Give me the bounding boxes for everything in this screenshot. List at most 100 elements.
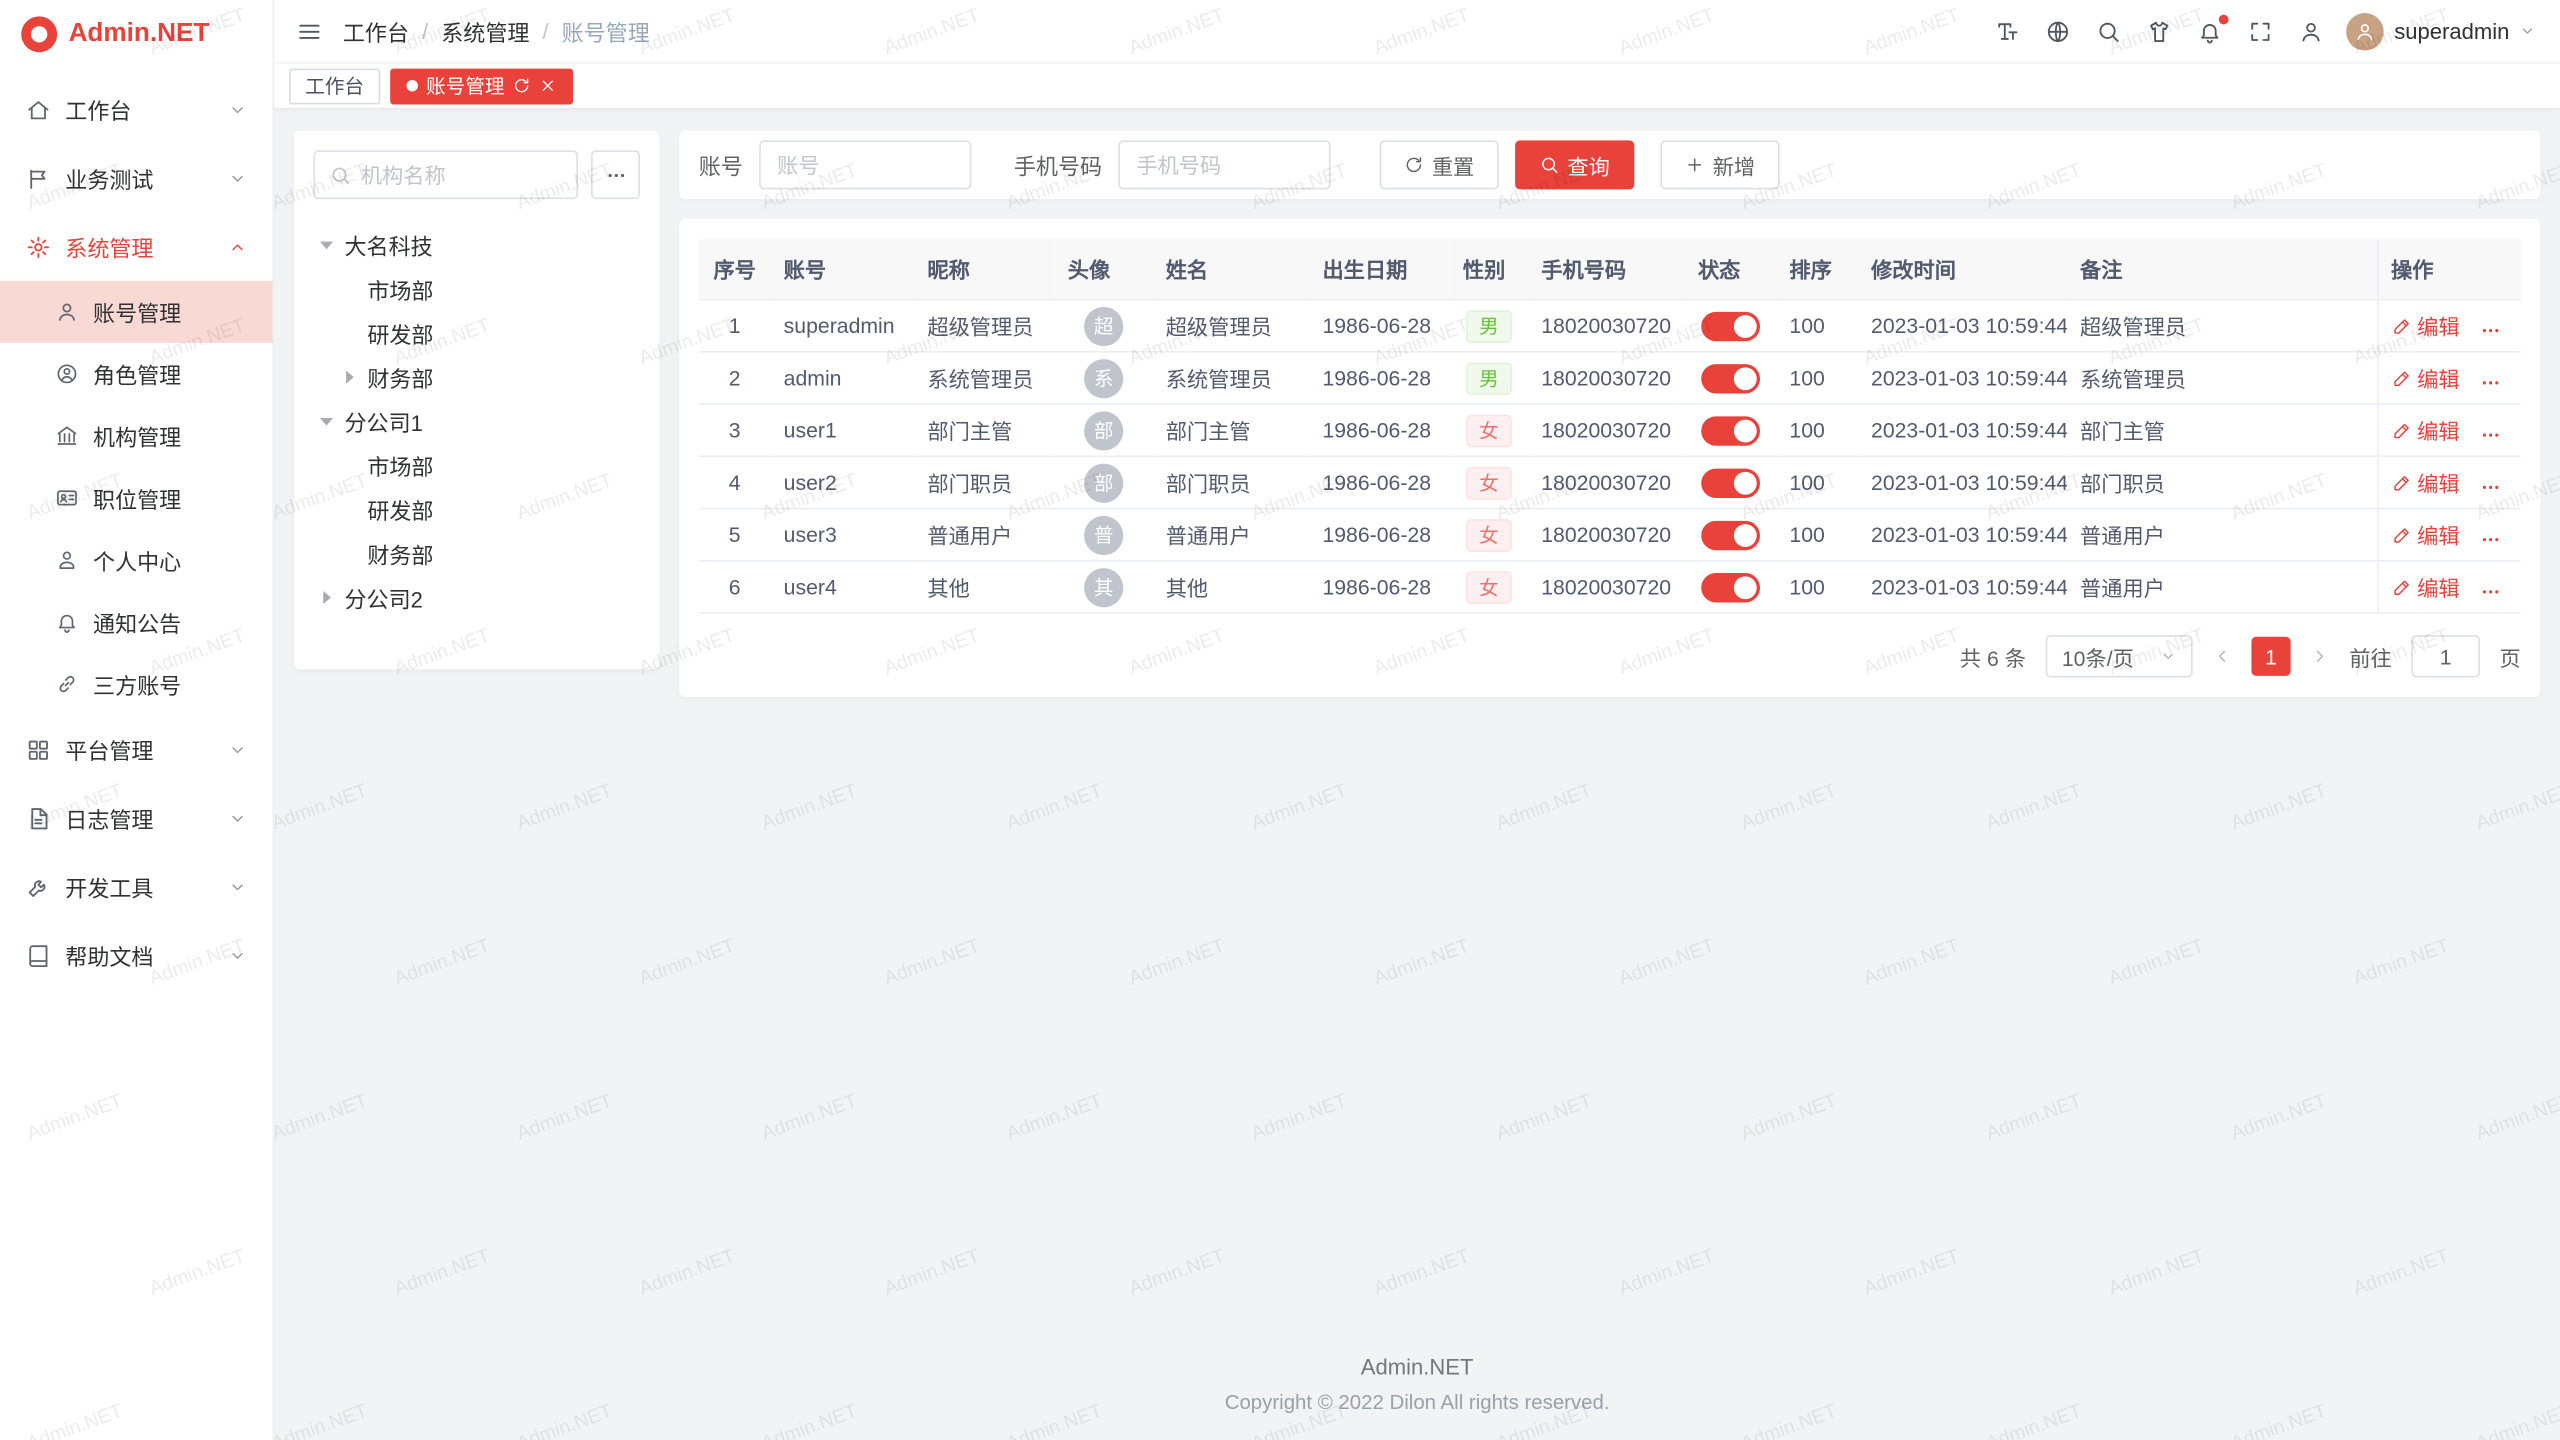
status-toggle[interactable] (1701, 311, 1760, 340)
sidebar-subitem-org-management[interactable]: 机构管理 (0, 405, 273, 467)
edit-label: 编辑 (2417, 362, 2459, 393)
status-toggle[interactable] (1701, 363, 1760, 392)
tree-node[interactable]: 研发部 (313, 310, 640, 354)
sidebar-subitem-position-management[interactable]: 职位管理 (0, 467, 273, 529)
search-button[interactable] (2097, 19, 2121, 43)
prev-page-button[interactable] (2212, 647, 2232, 667)
add-button[interactable]: 新增 (1660, 140, 1779, 189)
breadcrumb-item[interactable]: 系统管理 (441, 15, 529, 48)
cell-modified: 2023-01-03 10:59:44 (1858, 300, 2067, 352)
sidebar-subitem-label: 职位管理 (93, 482, 181, 515)
tree-node-label: 财务部 (367, 360, 433, 393)
font-size-button[interactable] (1996, 19, 2020, 43)
cell-birthday: 1986-06-28 (1309, 509, 1449, 561)
row-more-button[interactable] (2479, 528, 2500, 549)
cell-birthday: 1986-06-28 (1309, 352, 1449, 404)
ellipsis-icon (605, 164, 626, 185)
cell-modified: 2023-01-03 10:59:44 (1858, 352, 2067, 404)
tree-node[interactable]: 分公司1 (313, 398, 640, 442)
sidebar-item-dev-tools[interactable]: 开发工具 (0, 852, 273, 921)
home-icon (26, 97, 50, 121)
page-size-select[interactable]: 10条/页 (2046, 635, 2193, 677)
status-toggle[interactable] (1701, 520, 1760, 549)
user-table-card: 序号账号昵称头像姓名出生日期性别手机号码状态排序修改时间备注操作1superad… (679, 219, 2540, 697)
column-header: 姓名 (1153, 238, 1310, 299)
tree-node[interactable]: 财务部 (313, 354, 640, 398)
sidebar-subitem-role-management[interactable]: 角色管理 (0, 343, 273, 405)
edit-button[interactable]: 编辑 (2391, 571, 2460, 602)
notification-button[interactable] (2198, 19, 2222, 43)
sidebar-subitem-personal-center[interactable]: 个人中心 (0, 529, 273, 591)
cell-name: 其他 (1153, 561, 1310, 613)
account-input[interactable] (759, 140, 971, 189)
next-page-button[interactable] (2310, 647, 2330, 667)
org-search-field[interactable] (313, 150, 577, 199)
tree-node[interactable]: 市场部 (313, 442, 640, 486)
sidebar-item-business-test[interactable]: 业务测试 (0, 144, 273, 213)
row-more-button[interactable] (2479, 372, 2500, 393)
viewport: Admin.NET 工作台业务测试系统管理账号管理角色管理机构管理职位管理个人中… (0, 0, 2560, 1440)
breadcrumb-item[interactable]: 工作台 (343, 15, 409, 48)
tree-node[interactable]: 研发部 (313, 487, 640, 531)
sidebar-subitem-third-party-account[interactable]: 三方账号 (0, 653, 273, 715)
page-number-current[interactable]: 1 (2251, 637, 2290, 676)
reset-button[interactable]: 重置 (1380, 140, 1499, 189)
tree-node[interactable]: 市场部 (313, 266, 640, 310)
search-button[interactable]: 查询 (1515, 140, 1634, 189)
sidebar-item-system-management[interactable]: 系统管理 (0, 212, 273, 281)
tab-workbench[interactable]: 工作台 (289, 68, 380, 104)
app-logo[interactable]: Admin.NET (0, 0, 273, 69)
caret-placeholder (336, 275, 362, 301)
goto-page-input[interactable] (2411, 635, 2480, 677)
sidebar-item-log-management[interactable]: 日志管理 (0, 784, 273, 853)
org-more-button[interactable] (591, 150, 640, 199)
row-more-button[interactable] (2479, 424, 2500, 445)
chevron-down-icon (229, 100, 247, 118)
row-avatar: 系 (1084, 358, 1123, 397)
edit-button[interactable]: 编辑 (2391, 519, 2460, 550)
edit-button[interactable]: 编辑 (2391, 310, 2460, 341)
cell-phone: 18020030720 (1528, 352, 1685, 404)
sidebar-subitem-account-management[interactable]: 账号管理 (0, 281, 273, 343)
chevron-down-icon (229, 946, 247, 964)
edit-button[interactable]: 编辑 (2391, 362, 2460, 393)
sidebar-item-platform-management[interactable]: 平台管理 (0, 715, 273, 784)
sidebar-subitem-notice[interactable]: 通知公告 (0, 591, 273, 653)
tab-close-icon[interactable] (539, 77, 557, 95)
brand-logo-icon (21, 16, 57, 52)
edit-icon (2391, 577, 2411, 597)
locale-button[interactable] (2046, 19, 2070, 43)
search-icon (1540, 155, 1560, 175)
cell-index: 1 (699, 300, 771, 352)
row-more-button[interactable] (2479, 319, 2500, 340)
theme-button[interactable] (2148, 19, 2172, 43)
user-button[interactable] (2300, 19, 2324, 43)
tab-refresh-icon[interactable] (513, 77, 531, 95)
org-search-input[interactable] (361, 162, 562, 186)
tree-node[interactable]: 分公司2 (313, 575, 640, 619)
status-toggle[interactable] (1701, 468, 1760, 497)
row-more-button[interactable] (2479, 476, 2500, 497)
chevron-down-icon (2160, 648, 2176, 664)
row-more-button[interactable] (2479, 581, 2500, 602)
fullscreen-button[interactable] (2249, 19, 2273, 43)
cell-phone: 18020030720 (1528, 561, 1685, 613)
search-label: 查询 (1567, 149, 1609, 180)
edit-button[interactable]: 编辑 (2391, 415, 2460, 446)
cell-nickname: 普通用户 (914, 509, 1054, 561)
tree-node[interactable]: 财务部 (313, 531, 640, 575)
sidebar-item-help-docs[interactable]: 帮助文档 (0, 921, 273, 990)
status-toggle[interactable] (1701, 572, 1760, 601)
sidebar-item-label: 系统管理 (65, 230, 153, 263)
tree-node[interactable]: 大名科技 (313, 222, 640, 266)
status-toggle[interactable] (1701, 416, 1760, 445)
tab-account-management[interactable]: 账号管理 (390, 68, 573, 104)
user-menu[interactable]: superadmin (2347, 12, 2536, 50)
menu-toggle-icon[interactable] (297, 19, 321, 43)
phone-input[interactable] (1118, 140, 1330, 189)
add-label: 新增 (1713, 149, 1755, 180)
sidebar-item-workbench[interactable]: 工作台 (0, 75, 273, 144)
cell-gender: 男 (1450, 352, 1528, 404)
breadcrumb-item: 账号管理 (562, 15, 650, 48)
edit-button[interactable]: 编辑 (2391, 467, 2460, 498)
